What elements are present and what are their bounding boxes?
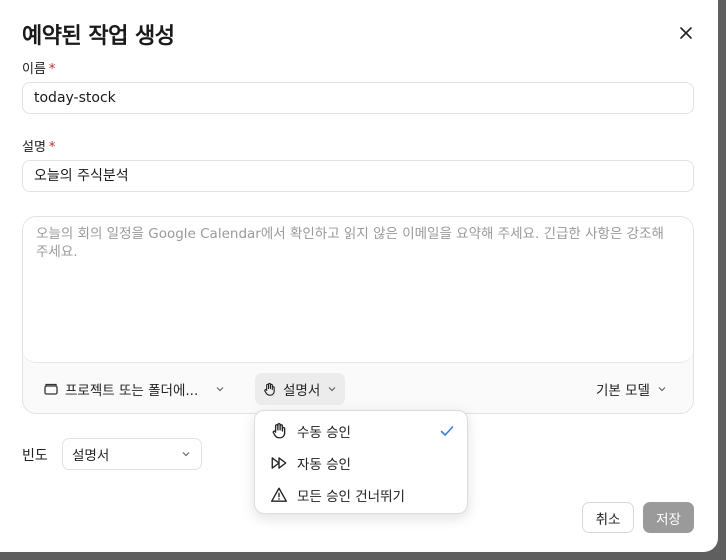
cancel-button[interactable]: 취소	[582, 502, 634, 533]
menu-item-label: 자동 승인	[297, 457, 351, 473]
close-button[interactable]	[674, 21, 698, 45]
menu-item-label: 수동 승인	[297, 425, 351, 441]
menu-item-auto-approval[interactable]: 자동 승인	[255, 447, 467, 479]
approval-mode-selector[interactable]: 설명서	[255, 373, 346, 405]
prompt-toolbar: 프로젝트 또는 폴더에... 설명서 기본 모델	[23, 364, 693, 414]
chevron-down-icon	[216, 387, 224, 392]
description-label: 설명 *	[22, 140, 56, 155]
name-label: 이름 *	[22, 62, 56, 77]
required-mark: *	[48, 140, 56, 155]
folder-icon	[44, 383, 58, 395]
prompt-textarea[interactable]: 오늘의 회의 일정을 Google Calendar에서 확인하고 읽지 않은 …	[23, 217, 693, 363]
check-icon	[440, 426, 454, 436]
hand-icon	[269, 421, 289, 441]
frequency-value: 설명서	[72, 448, 110, 464]
name-input[interactable]: today-stock	[22, 82, 694, 114]
prompt-box: 오늘의 회의 일정을 Google Calendar에서 확인하고 읽지 않은 …	[22, 216, 694, 414]
menu-item-manual-approval[interactable]: 수동 승인	[255, 415, 467, 447]
frequency-select[interactable]: 설명서	[62, 438, 202, 470]
model-selector[interactable]: 기본 모델	[596, 373, 668, 405]
menu-item-skip-all-approvals[interactable]: 모든 승인 건너뛰기	[255, 479, 467, 511]
chevron-down-icon	[328, 387, 336, 392]
chevron-down-icon	[182, 452, 190, 457]
folder-selector-label: 프로젝트 또는 폴더에...	[65, 383, 199, 399]
save-button[interactable]: 저장	[643, 502, 694, 533]
description-input[interactable]: 오늘의 주식분석	[22, 160, 694, 192]
required-mark: *	[48, 62, 56, 77]
close-icon	[680, 27, 692, 39]
fast-forward-icon	[269, 453, 289, 473]
approval-mode-menu: 수동 승인 자동 승인 모든 승인 건너뛰기	[254, 410, 468, 514]
chevron-down-icon	[658, 387, 666, 392]
approval-mode-label: 설명서	[283, 383, 321, 399]
warning-triangle-icon	[269, 485, 289, 505]
frequency-label: 빈도	[22, 448, 48, 464]
dialog-title: 예약된 작업 생성	[22, 24, 175, 49]
hand-icon	[264, 382, 275, 396]
create-scheduled-task-dialog: 예약된 작업 생성 이름 * today-stock 설명 * 오늘의 주식분석 오…	[0, 0, 718, 552]
menu-item-label: 모든 승인 건너뛰기	[297, 489, 405, 505]
model-selector-label: 기본 모델	[596, 383, 650, 399]
folder-selector[interactable]: 프로젝트 또는 폴더에...	[43, 373, 226, 405]
